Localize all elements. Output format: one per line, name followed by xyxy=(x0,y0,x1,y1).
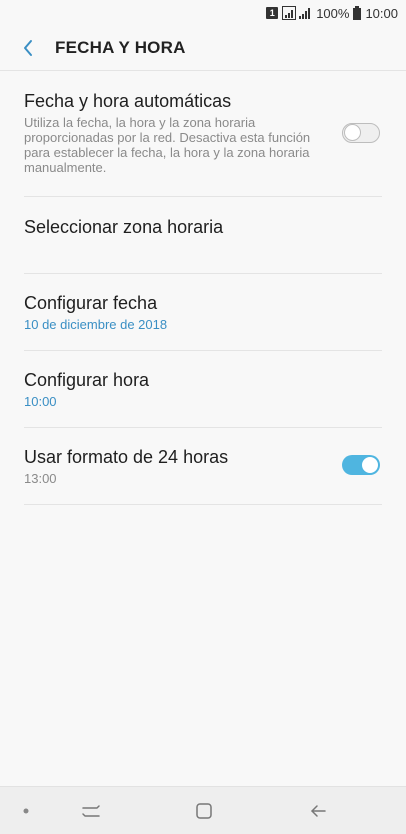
signal-icon xyxy=(282,6,312,20)
row-divider xyxy=(24,504,382,505)
app-header: FECHA Y HORA xyxy=(0,26,406,70)
back-button[interactable] xyxy=(14,34,42,62)
dot-icon xyxy=(14,799,38,823)
auto-datetime-row[interactable]: Fecha y hora automáticas Utiliza la fech… xyxy=(0,71,406,196)
auto-datetime-title: Fecha y hora automáticas xyxy=(24,91,232,111)
back-arrow-icon[interactable] xyxy=(306,799,330,823)
set-time-value: 10:00 xyxy=(24,394,57,409)
sim-icon: 1 xyxy=(266,7,279,19)
set-date-value: 10 de diciembre de 2018 xyxy=(24,317,168,332)
format-24h-row[interactable]: Usar formato de 24 horas 13:00 xyxy=(0,428,406,504)
set-time-title: Configurar hora xyxy=(24,370,150,390)
set-date-row[interactable]: Configurar fecha 10 de diciembre de 2018 xyxy=(0,274,406,350)
battery-icon xyxy=(353,6,362,20)
format-24h-title: Usar formato de 24 horas xyxy=(24,447,229,467)
page-title: FECHA Y HORA xyxy=(55,38,186,57)
settings-list: Fecha y hora automáticas Utiliza la fech… xyxy=(0,70,406,505)
timezone-title: Seleccionar zona horaria xyxy=(24,217,224,237)
toggle-knob xyxy=(361,456,379,474)
format-24h-value: 13:00 xyxy=(24,471,57,486)
auto-datetime-description: Utiliza la fecha, la hora y la zona hora… xyxy=(24,115,311,175)
format-24h-toggle[interactable] xyxy=(342,455,380,475)
battery-percent: 100% xyxy=(316,5,350,21)
status-time: 10:00 xyxy=(365,5,398,21)
set-date-title: Configurar fecha xyxy=(24,293,158,313)
timezone-row[interactable]: Seleccionar zona horaria xyxy=(0,197,406,273)
auto-datetime-toggle[interactable] xyxy=(342,123,380,143)
set-time-row[interactable]: Configurar hora 10:00 xyxy=(0,351,406,427)
status-bar: 1 100% 10:00 xyxy=(0,0,406,26)
home-icon[interactable] xyxy=(192,799,216,823)
chevron-left-icon xyxy=(24,40,32,56)
recents-icon[interactable] xyxy=(79,799,103,823)
toggle-knob xyxy=(344,124,361,141)
navigation-bar xyxy=(0,786,406,834)
